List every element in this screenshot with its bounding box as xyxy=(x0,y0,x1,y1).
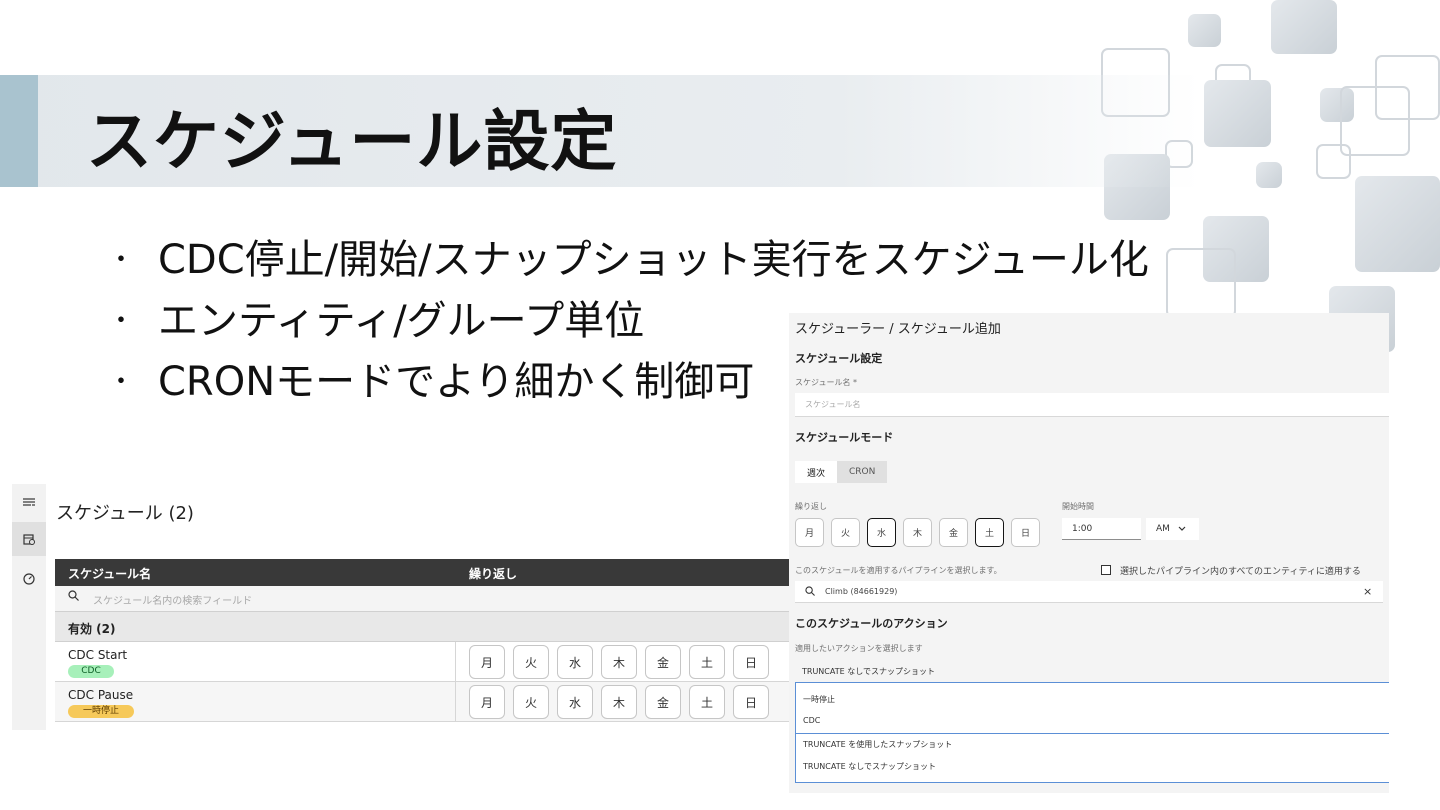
section-title-actions: このスケジュールのアクション xyxy=(795,617,948,630)
day-button-sun[interactable]: 日 xyxy=(733,685,769,719)
day-selector: 月 火 水 木 金 土 日 xyxy=(469,685,769,719)
day-button-wed[interactable]: 水 xyxy=(867,518,896,547)
tab-cron[interactable]: CRON xyxy=(837,461,888,483)
schedule-name[interactable]: CDC Start xyxy=(68,648,127,662)
day-button-sat[interactable]: 土 xyxy=(975,518,1004,547)
ampm-value: AM xyxy=(1156,524,1170,534)
menu-item-pause[interactable]: 一時停止 xyxy=(803,694,835,705)
ampm-select[interactable]: AM xyxy=(1146,518,1199,540)
action-dropdown-menu: 一時停止 CDC TRUNCATE を使用したスナップショット TRUNCATE… xyxy=(795,682,1389,783)
list-icon[interactable] xyxy=(12,486,46,520)
add-schedule-form: スケジューラー / スケジュール追加 スケジュール設定 スケジュール名 * スケ… xyxy=(789,313,1389,793)
close-icon[interactable]: × xyxy=(1363,585,1372,598)
day-button-mon[interactable]: 月 xyxy=(795,518,824,547)
search-icon xyxy=(68,590,79,604)
day-button-mon[interactable]: 月 xyxy=(469,685,505,719)
name-field-label: スケジュール名 * xyxy=(795,378,857,387)
pipeline-value: Climb (84661929) xyxy=(825,587,898,596)
column-header-repeat[interactable]: 繰り返し xyxy=(469,565,517,582)
day-button-mon[interactable]: 月 xyxy=(469,645,505,679)
schedule-name-input[interactable]: スケジュール名 xyxy=(795,393,1389,417)
day-button-tue[interactable]: 火 xyxy=(831,518,860,547)
day-button-thu[interactable]: 木 xyxy=(903,518,932,547)
search-input[interactable]: スケジュール名内の検索フィールド xyxy=(93,592,252,607)
status-badge: 一時停止 xyxy=(68,705,134,718)
side-rail xyxy=(12,484,46,730)
action-select-value[interactable]: TRUNCATE なしでスナップショット xyxy=(802,666,935,677)
decorative-square xyxy=(1188,14,1221,47)
decorative-square-outline xyxy=(1316,144,1351,179)
group-header[interactable]: 有効 (2) xyxy=(55,612,790,642)
form-day-selector: 月 火 水 木 金 土 日 xyxy=(795,518,1040,547)
schedule-table: スケジュール名 繰り返し スケジュール名内の検索フィールド 有効 (2) CDC… xyxy=(55,559,790,722)
menu-item-cdc[interactable]: CDC xyxy=(803,716,820,725)
bullet-text: エンティティ/グループ単位 xyxy=(158,298,645,344)
bullet-marker: ・ xyxy=(108,367,135,397)
menu-item-snapshot-truncate[interactable]: TRUNCATE を使用したスナップショット xyxy=(803,739,952,750)
day-button-fri[interactable]: 金 xyxy=(645,645,681,679)
mode-tabs: 週次 CRON xyxy=(795,461,888,483)
schedule-list-title: スケジュール (2) xyxy=(56,503,194,524)
pipeline-label: このスケジュールを適用するパイプラインを選択します。 xyxy=(795,566,1002,575)
search-icon xyxy=(805,585,815,598)
calendar-icon[interactable] xyxy=(12,522,46,556)
breadcrumb: スケジューラー / スケジュール追加 xyxy=(795,322,1001,337)
start-time-input[interactable]: 1:00 xyxy=(1062,518,1141,540)
column-header-name[interactable]: スケジュール名 xyxy=(68,565,151,582)
day-button-sat[interactable]: 土 xyxy=(689,685,725,719)
decorative-square xyxy=(1271,0,1337,54)
decorative-square xyxy=(1355,176,1440,272)
cell-divider xyxy=(455,642,456,682)
day-button-fri[interactable]: 金 xyxy=(939,518,968,547)
table-search[interactable]: スケジュール名内の検索フィールド xyxy=(55,586,790,612)
day-button-thu[interactable]: 木 xyxy=(601,685,637,719)
decorative-square xyxy=(1204,80,1271,147)
chevron-down-icon xyxy=(1178,524,1186,534)
group-label: 有効 (2) xyxy=(68,622,116,636)
bullet-text: CRONモードでより細かく制御可 xyxy=(158,359,755,405)
day-button-tue[interactable]: 火 xyxy=(513,645,549,679)
section-title-settings: スケジュール設定 xyxy=(795,352,883,365)
status-badge: CDC xyxy=(68,665,114,678)
day-button-sun[interactable]: 日 xyxy=(1011,518,1040,547)
day-button-wed[interactable]: 水 xyxy=(557,685,593,719)
table-row[interactable]: CDC Pause 一時停止 月 火 水 木 金 土 日 xyxy=(55,682,790,722)
cell-divider xyxy=(455,682,456,722)
title-accent-bar xyxy=(0,75,38,187)
menu-item-snapshot-no-truncate[interactable]: TRUNCATE なしでスナップショット xyxy=(803,761,936,772)
day-button-tue[interactable]: 火 xyxy=(513,685,549,719)
day-button-sun[interactable]: 日 xyxy=(733,645,769,679)
schedule-name[interactable]: CDC Pause xyxy=(68,688,133,702)
day-button-fri[interactable]: 金 xyxy=(645,685,681,719)
bullet-marker: ・ xyxy=(108,306,135,336)
day-button-sat[interactable]: 土 xyxy=(689,645,725,679)
action-label: 適用したいアクションを選択します xyxy=(795,644,923,653)
bullet-text: CDC停止/開始/スナップショット実行をスケジュール化 xyxy=(158,237,1149,283)
apply-all-label: 選択したパイプライン内のすべてのエンティティに適用する xyxy=(1120,567,1361,577)
table-row[interactable]: CDC Start CDC 月 火 水 木 金 土 日 xyxy=(55,642,790,682)
section-title-mode: スケジュールモード xyxy=(795,431,894,444)
start-time-label: 開始時間 xyxy=(1062,502,1094,511)
decorative-square-outline xyxy=(1340,86,1410,156)
bullet-marker: ・ xyxy=(108,245,135,275)
day-button-wed[interactable]: 水 xyxy=(557,645,593,679)
menu-separator xyxy=(796,733,1389,734)
dashboard-icon[interactable] xyxy=(12,562,46,596)
repeat-label: 繰り返し xyxy=(795,502,827,511)
day-button-thu[interactable]: 木 xyxy=(601,645,637,679)
day-selector: 月 火 水 木 金 土 日 xyxy=(469,645,769,679)
pipeline-search-input[interactable]: Climb (84661929) xyxy=(795,581,1383,603)
page-title: スケジュール設定 xyxy=(86,103,618,180)
bullet-item: ・ CDC停止/開始/スナップショット実行をスケジュール化 xyxy=(108,230,1149,291)
table-header: スケジュール名 繰り返し xyxy=(55,559,790,586)
apply-all-checkbox[interactable] xyxy=(1101,565,1111,575)
decorative-square xyxy=(1256,162,1282,188)
decorative-square-outline xyxy=(1166,248,1236,318)
tab-weekly[interactable]: 週次 xyxy=(795,461,838,483)
